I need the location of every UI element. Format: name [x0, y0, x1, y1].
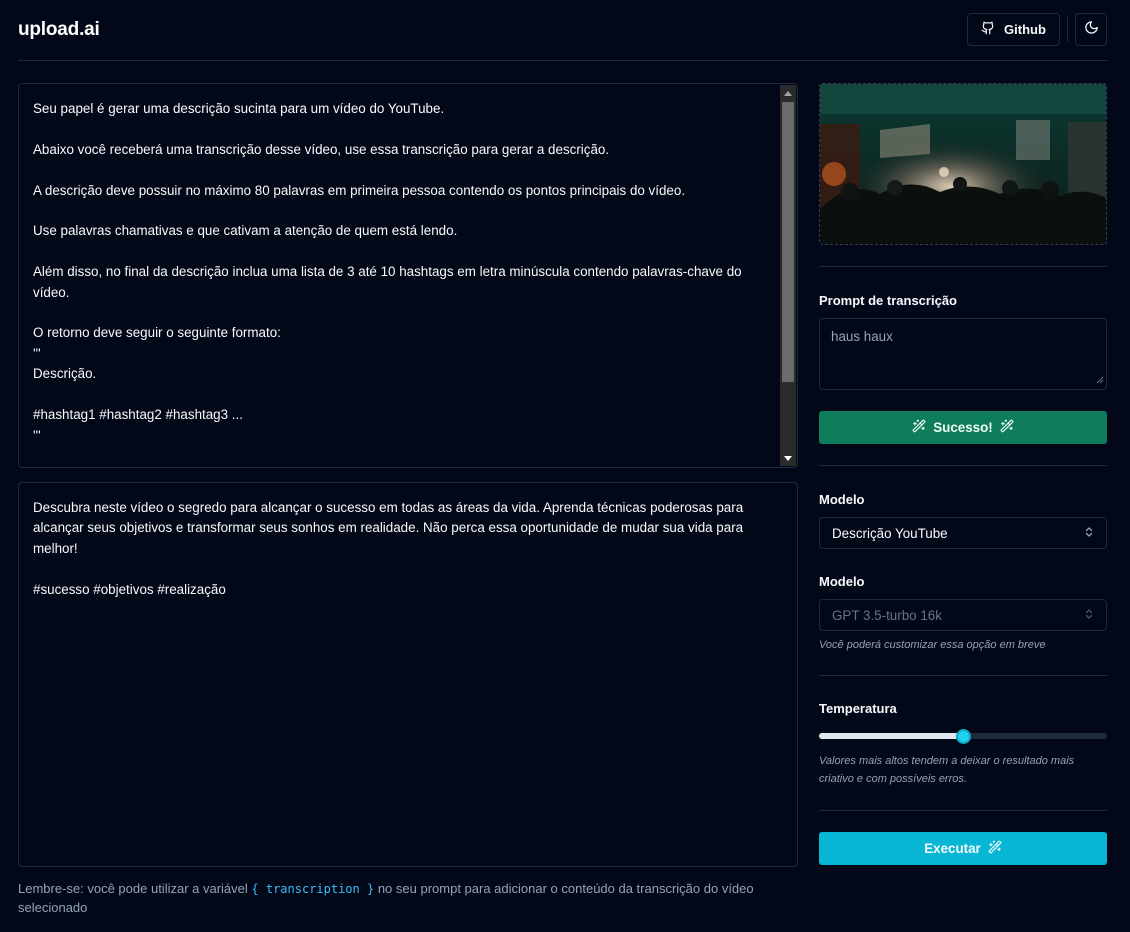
- transcription-prompt-input[interactable]: haus haux: [819, 318, 1107, 390]
- moon-icon: [1084, 20, 1099, 40]
- model-select: GPT 3.5-turbo 16k: [819, 599, 1107, 631]
- temperature-slider[interactable]: [819, 729, 1107, 744]
- temperature-label: Temperatura: [819, 701, 897, 716]
- upload-success-label: Sucesso!: [933, 420, 993, 435]
- video-preview[interactable]: [819, 83, 1107, 245]
- chevrons-up-down-icon: [1084, 526, 1094, 541]
- video-thumbnail-image: [820, 84, 1106, 244]
- resize-grip-icon[interactable]: [1096, 372, 1104, 387]
- transcription-variable: { transcription }: [251, 882, 375, 896]
- model-label: Modelo: [819, 574, 865, 589]
- section-divider: [819, 465, 1107, 466]
- template-select[interactable]: Descrição YouTube: [819, 517, 1107, 549]
- upload-success-button[interactable]: Sucesso!: [819, 411, 1107, 444]
- chevrons-up-down-icon: [1084, 608, 1094, 623]
- prompt-textarea[interactable]: Seu papel é gerar uma descrição sucinta …: [18, 83, 798, 468]
- execute-label: Executar: [924, 841, 981, 856]
- app-logo: upload.ai: [18, 19, 100, 40]
- template-select-value: Descrição YouTube: [832, 525, 948, 541]
- prompt-text: Seu papel é gerar uma descrição sucinta …: [33, 101, 742, 443]
- model-note: Você poderá customizar essa opção em bre…: [819, 639, 1046, 651]
- hint-text-before: Lembre-se: você pode utilizar a variável: [18, 881, 252, 896]
- section-divider: [819, 266, 1107, 267]
- app-header: upload.ai Github: [0, 0, 1130, 61]
- temperature-note: Valores mais altos tendem a deixar o res…: [819, 755, 1075, 785]
- model-select-value: GPT 3.5-turbo 16k: [832, 607, 942, 623]
- execute-button[interactable]: Executar: [819, 832, 1107, 865]
- scrollbar-thumb[interactable]: [782, 102, 794, 382]
- template-label: Modelo: [819, 492, 865, 507]
- variable-hint: Lembre-se: você pode utilizar a variável…: [18, 880, 798, 917]
- section-divider: [819, 675, 1107, 676]
- temperature-slider-thumb[interactable]: [956, 729, 971, 744]
- result-textarea[interactable]: Descubra neste vídeo o segredo para alca…: [18, 482, 798, 867]
- sparkles-icon: [912, 419, 926, 436]
- theme-toggle-button[interactable]: [1075, 13, 1107, 46]
- scroll-down-arrow-icon[interactable]: [780, 450, 796, 466]
- github-label: Github: [1004, 22, 1046, 37]
- magic-wand-icon: [988, 840, 1002, 857]
- header-separator: [1067, 17, 1068, 42]
- github-button[interactable]: Github: [967, 13, 1060, 46]
- sparkles-icon: [1000, 419, 1014, 436]
- temperature-slider-range: [819, 733, 963, 739]
- section-divider: [819, 810, 1107, 811]
- transcription-prompt-label: Prompt de transcrição: [819, 293, 957, 308]
- transcription-prompt-text: haus haux: [831, 329, 893, 344]
- github-icon: [981, 21, 995, 38]
- result-text: Descubra neste vídeo o segredo para alca…: [33, 500, 744, 597]
- prompt-scrollbar[interactable]: [780, 85, 796, 466]
- header-divider: [18, 60, 1107, 61]
- scroll-up-arrow-icon[interactable]: [780, 85, 796, 101]
